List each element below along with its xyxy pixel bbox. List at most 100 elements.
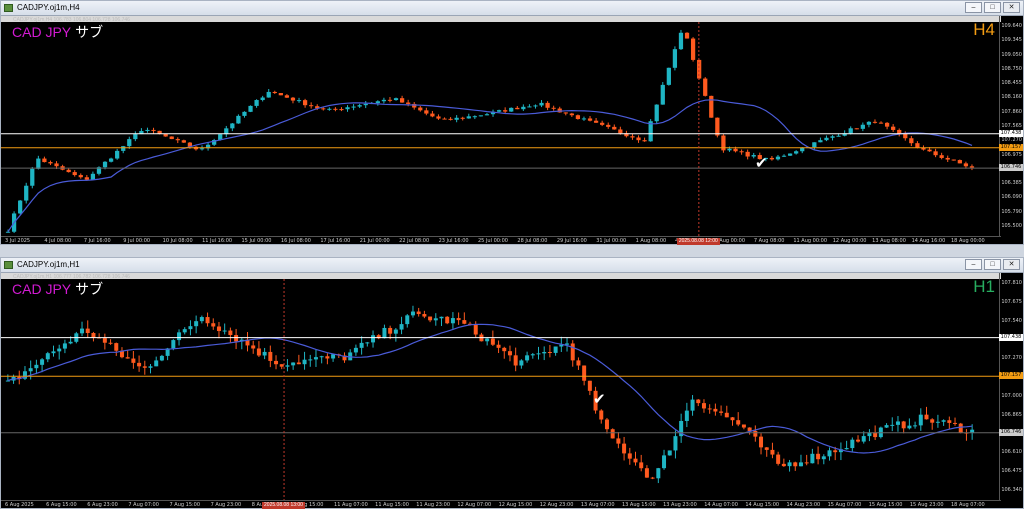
candle-body	[359, 342, 364, 348]
candle-body	[363, 103, 368, 106]
candle-body	[536, 353, 541, 355]
candle-body	[666, 67, 671, 85]
time-tick-label: 29 Jul 16:00	[556, 238, 587, 244]
candle-body	[327, 108, 332, 110]
candle-body	[844, 448, 849, 450]
candle-body	[709, 95, 714, 118]
price-tick-label: 106.340	[1001, 487, 1022, 493]
time-tick-label: 12 Aug 00:00	[832, 238, 867, 244]
candle-body	[781, 463, 786, 467]
candle-body	[759, 436, 764, 448]
candle-body	[618, 129, 623, 134]
close-button[interactable]: ✕	[1003, 2, 1020, 13]
minimize-button[interactable]: –	[965, 2, 982, 13]
candle-body	[102, 161, 108, 168]
candle-body	[604, 419, 609, 430]
time-tick-label: 14 Aug 23:00	[786, 502, 821, 508]
candle-body	[821, 456, 826, 460]
candle-body	[473, 324, 478, 335]
maximize-button[interactable]: □	[984, 259, 1001, 270]
candle-body	[296, 100, 302, 102]
candle-body	[866, 121, 872, 125]
candle-body	[703, 78, 708, 96]
h1-chart-window[interactable]: CADJPY.oj1m,H1 – □ ✕ CADJPY.oj1m,H1 106.…	[0, 257, 1024, 509]
candle-body	[268, 351, 273, 361]
candle-body	[507, 351, 512, 356]
h1-time-axis[interactable]: 6 Aug 2025 6 Aug 15:00 6 Aug 23:00 7 Aug 07…	[1, 500, 1001, 509]
candle-body	[381, 99, 387, 102]
h1-pair-label: CAD JPY サブ	[12, 279, 103, 299]
candle-body	[496, 110, 502, 112]
time-tick-label: 9 Jul 00:00	[123, 238, 151, 244]
time-tick-label: 11 Aug 23:00	[416, 502, 451, 508]
candle-body	[321, 108, 326, 110]
time-tick-label: 16 Jul 08:00	[280, 238, 311, 244]
candle-body	[644, 468, 649, 478]
candle-body	[131, 358, 136, 363]
h4-time-axis[interactable]: 3 Jul 2025 4 Jul 08:00 7 Jul 16:00 9 Jul 00…	[1, 236, 1001, 245]
time-tick-label: 15 Aug 07:00	[827, 502, 862, 508]
h4-chart-window[interactable]: CADJPY.oj1m,H4 – □ ✕ CADJPY.oj1m,H4 106.…	[0, 0, 1024, 245]
price-tick-label: 107.810	[1001, 280, 1022, 286]
candle-body	[159, 355, 164, 361]
candle-body	[678, 32, 684, 50]
candle-body	[745, 151, 750, 157]
candle-body	[284, 95, 290, 98]
candle-body	[627, 453, 632, 459]
candle-body	[667, 450, 672, 456]
candle-body	[696, 399, 701, 404]
candle-body	[436, 116, 441, 119]
h4-titlebar[interactable]: CADJPY.oj1m,H4 – □ ✕	[1, 1, 1023, 16]
candle-body	[901, 421, 906, 429]
candle-body	[313, 357, 318, 360]
candle-body	[371, 335, 376, 343]
candle-body	[958, 423, 963, 433]
candle-body	[234, 335, 239, 342]
h1-price-axis[interactable]: 107.810107.675107.540107.405107.270107.1…	[999, 273, 1023, 500]
candle-body	[90, 173, 96, 180]
h1-titlebar[interactable]: CADJPY.oj1m,H1 – □ ✕	[1, 258, 1023, 273]
candle-body	[224, 128, 229, 135]
close-button[interactable]: ✕	[1003, 259, 1020, 270]
price-tick-label: 107.675	[1001, 298, 1022, 305]
h1-timeframe-label: H1	[973, 277, 995, 296]
time-tick-label: 11 Aug 15:00	[375, 502, 409, 508]
candle-body	[137, 362, 142, 367]
time-tick-label: 1 Aug 08:00	[635, 238, 667, 244]
candle-body	[854, 128, 859, 130]
chart-window-icon	[4, 261, 13, 269]
candle-body	[28, 368, 33, 372]
h1-candlestick-chart[interactable]	[1, 273, 1001, 500]
h4-price-axis[interactable]: 109.640 109.345 109.050 108.750 108.455 108.1…	[999, 16, 1023, 236]
candle-body	[36, 158, 41, 169]
candle-body	[24, 185, 29, 201]
candle-body	[684, 410, 689, 421]
candle-body	[188, 326, 193, 330]
time-tick-label: 11 Aug 00:00	[793, 238, 828, 244]
candle-body	[812, 142, 817, 148]
candle-body	[145, 129, 150, 131]
candle-body	[34, 364, 39, 369]
workspace-divider	[0, 245, 1024, 257]
candle-body	[850, 439, 855, 449]
maximize-button[interactable]: □	[984, 2, 1001, 13]
resistance-line-white-price-tag: 107.438	[999, 129, 1023, 137]
h4-candlestick-chart[interactable]	[1, 16, 1001, 236]
candle-body	[466, 116, 471, 119]
candle-body	[399, 324, 404, 330]
candle-body	[551, 107, 556, 109]
price-tick-label: 106.090	[1001, 194, 1022, 201]
time-tick-label: 15 Aug 15:00	[868, 502, 903, 508]
candle-body	[824, 137, 829, 141]
candle-body	[302, 359, 307, 365]
resistance-line-orange-price-tag: 107.157	[999, 143, 1023, 151]
candle-body	[525, 355, 530, 361]
candle-body	[325, 356, 330, 359]
time-tick-label: 4 Jul 08:00	[44, 238, 72, 244]
candle-body	[387, 99, 393, 101]
candle-body	[951, 159, 956, 161]
time-tick-label: 31 Jul 00:00	[596, 238, 627, 244]
candle-body	[108, 342, 113, 344]
candle-body	[781, 155, 787, 157]
minimize-button[interactable]: –	[965, 259, 982, 270]
